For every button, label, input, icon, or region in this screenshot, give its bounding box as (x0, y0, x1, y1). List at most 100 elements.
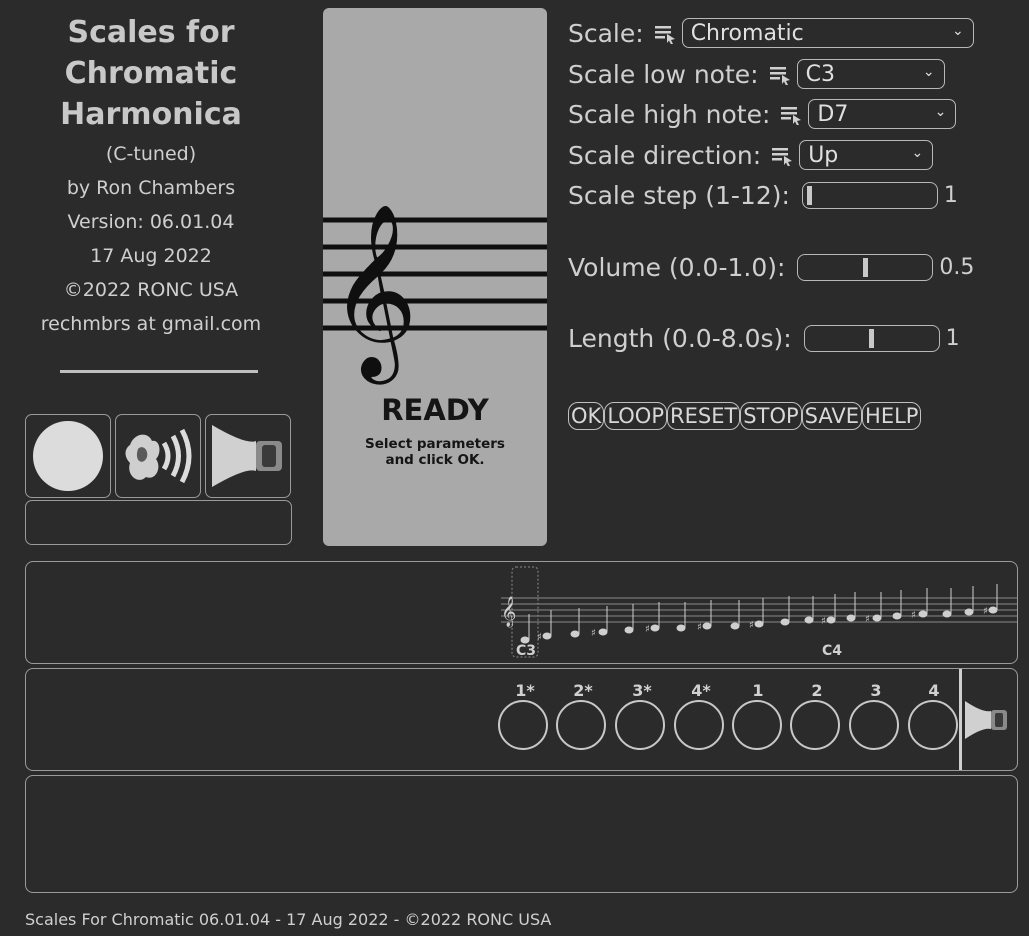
low-note-row: Scale low note: C3 ⌄ (568, 59, 945, 89)
status-title: READY (381, 393, 489, 427)
ok-button[interactable]: OK (568, 402, 605, 430)
harmonica-hole[interactable] (732, 700, 782, 750)
chevron-down-icon: ⌄ (934, 104, 947, 120)
hole-label: 3 (870, 681, 882, 700)
scale-select-value: Chromatic (690, 20, 804, 46)
harmonica-mouthpiece-icon (212, 425, 282, 487)
sound-box[interactable] (115, 414, 201, 498)
harmonica-mouthpiece-icon (965, 701, 1007, 739)
svg-text:♯: ♯ (821, 616, 826, 627)
save-button[interactable]: SAVE (801, 402, 863, 430)
loop-button[interactable]: LOOP (604, 402, 667, 430)
high-note-select-value: D7 (817, 101, 849, 127)
harmonica-hole[interactable] (849, 700, 899, 750)
note-label-c4: C4 (822, 643, 843, 659)
svg-text:♯: ♯ (749, 620, 754, 631)
length-slider-thumb[interactable] (869, 329, 875, 348)
indicator-box[interactable] (25, 414, 111, 498)
volume-value: 0.5 (939, 255, 975, 280)
action-buttons: OK LOOP RESET STOP SAVE HELP (568, 402, 922, 430)
harmonica-hole[interactable] (498, 700, 548, 750)
length-label: Length (0.0-8.0s): (568, 324, 792, 353)
direction-select[interactable]: Up ⌄ (799, 140, 934, 170)
app-title-line-2: Chromatic (64, 56, 238, 91)
step-value: 1 (943, 183, 958, 208)
date-text: 17 Aug 2022 (90, 245, 212, 267)
step-row: Scale step (1-12): 1 (568, 181, 958, 210)
hole-label: 2 (811, 681, 823, 700)
author-text: by Ron Chambers (66, 177, 236, 199)
app-title-line-3: Harmonica (60, 97, 242, 132)
harmonica-hole[interactable] (674, 700, 724, 750)
svg-text:𝄞: 𝄞 (329, 203, 418, 385)
high-note-label: Scale high note: (568, 99, 771, 129)
status-message: Select parameters and click OK. (365, 436, 505, 468)
length-value: 1 (945, 326, 960, 351)
speaker-sound-icon (125, 428, 192, 484)
svg-text:♯: ♯ (537, 632, 542, 643)
app-title-line-1: Scales for (67, 15, 235, 50)
volume-slider-thumb[interactable] (862, 258, 868, 277)
app-info: Scales for Chromatic Harmonica (C-tuned)… (0, 12, 302, 341)
divider (60, 370, 258, 373)
high-note-select[interactable]: D7 ⌄ (808, 99, 957, 129)
scale-notation-staff: 𝄞 ♯ ♯ ♯ ♯ ♯ ♯ ♯ ♯ ♯ (501, 566, 1017, 658)
scale-label: Scale: (568, 18, 644, 48)
svg-text:♯: ♯ (697, 622, 702, 633)
reset-button[interactable]: RESET (667, 402, 741, 430)
chevron-down-icon: ⌄ (922, 64, 935, 80)
hole-label: 1* (515, 681, 535, 700)
stop-button[interactable]: STOP (740, 402, 802, 430)
harmonica-hole[interactable] (790, 700, 840, 750)
direction-select-value: Up (808, 142, 839, 168)
treble-staff-icon: 𝄞 (323, 203, 547, 385)
list-select-icon (781, 107, 802, 125)
hole-label: 4* (691, 681, 711, 700)
low-note-select[interactable]: C3 ⌄ (796, 59, 945, 89)
hole-label: 3* (632, 681, 652, 700)
step-slider-thumb[interactable] (806, 186, 812, 205)
message-box (25, 500, 292, 545)
harmonica-end-divider (959, 669, 962, 770)
harmonica-hole[interactable] (908, 700, 958, 750)
contact-text: rechmbrs at gmail.com (40, 313, 262, 335)
tuning-text: (C-tuned) (105, 143, 197, 165)
step-label: Scale step (1-12): (568, 181, 790, 210)
note-label-c3: C3 (516, 643, 537, 659)
hole-label: 1 (752, 681, 764, 700)
svg-text:♯: ♯ (911, 610, 916, 621)
scale-row: Scale: Chromatic ⌄ (568, 18, 974, 48)
harmonica-box[interactable] (205, 414, 291, 498)
version-text: Version: 06.01.04 (67, 211, 235, 233)
volume-label: Volume (0.0-1.0): (568, 253, 786, 282)
circle-indicator-icon (33, 421, 103, 491)
harmonica-hole[interactable] (556, 700, 606, 750)
length-row: Length (0.0-8.0s): 1 (568, 324, 960, 353)
help-button[interactable]: HELP (862, 402, 922, 430)
hole-label: 4 (928, 681, 940, 700)
chevron-down-icon: ⌄ (911, 145, 924, 161)
volume-slider[interactable] (797, 254, 934, 281)
footer-text: Scales For Chromatic 06.01.04 - 17 Aug 2… (25, 910, 552, 929)
list-select-icon (654, 26, 675, 44)
output-panel (25, 775, 1018, 893)
svg-text:𝄞: 𝄞 (501, 596, 516, 628)
direction-row: Scale direction: Up ⌄ (568, 140, 934, 170)
svg-text:♯: ♯ (591, 628, 596, 639)
direction-label: Scale direction: (568, 140, 762, 170)
volume-row: Volume (0.0-1.0): 0.5 (568, 253, 974, 282)
copyright-text: ©2022 RONC USA (63, 279, 239, 301)
harmonica-hole[interactable] (615, 700, 665, 750)
scale-select[interactable]: Chromatic ⌄ (681, 18, 974, 48)
list-select-icon (769, 67, 790, 85)
low-note-label: Scale low note: (568, 59, 759, 89)
hole-label: 2* (573, 681, 593, 700)
length-slider[interactable] (803, 325, 940, 352)
svg-text:♯: ♯ (645, 624, 650, 635)
step-slider[interactable] (801, 182, 938, 209)
high-note-row: Scale high note: D7 ⌄ (568, 99, 957, 129)
svg-text:♯: ♯ (865, 614, 870, 625)
low-note-select-value: C3 (805, 61, 835, 87)
chevron-down-icon: ⌄ (951, 23, 964, 39)
list-select-icon (772, 148, 793, 166)
